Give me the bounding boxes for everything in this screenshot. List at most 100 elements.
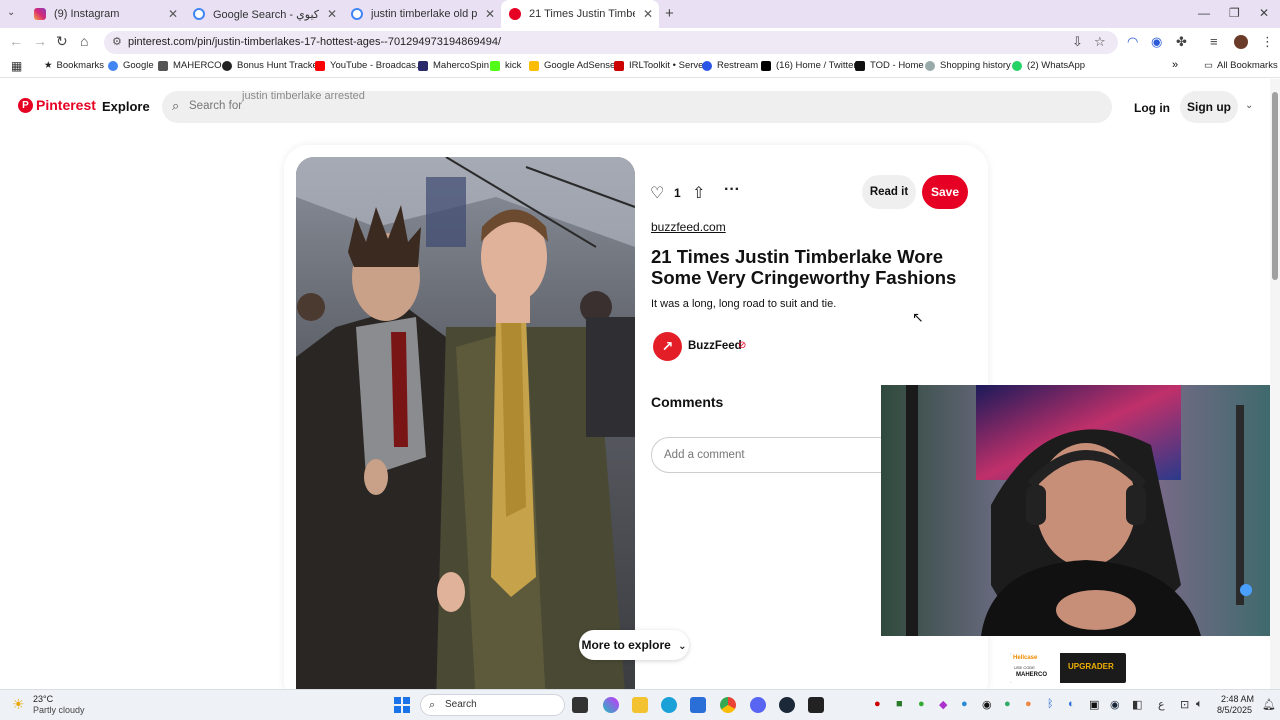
tray-app-icon[interactable]: ◧ [1132,698,1142,711]
bookmark-item[interactable]: ★ Bookmarks [44,60,104,71]
task-view-icon[interactable] [572,697,588,713]
bookmark-item[interactable]: Shopping history [925,60,1011,71]
promo-use-code: USE CODE [1014,665,1035,670]
bookmark-item[interactable]: Restream [702,60,758,71]
site-info-icon[interactable]: ⚙ [112,31,122,54]
adsense-icon [529,60,539,71]
reload-icon[interactable]: ↻ [56,33,68,50]
read-it-button[interactable]: Read it [862,175,916,209]
explore-link[interactable]: Explore [102,99,150,114]
tray-app-icon[interactable]: ● [1025,698,1032,710]
save-button[interactable]: Save [922,175,968,209]
bookmark-item[interactable]: MahercoSpin [418,60,489,71]
steam-icon[interactable] [779,697,795,713]
extension-audio-icon[interactable]: ◉ [1151,34,1162,50]
login-button[interactable]: Log in [1126,94,1178,122]
search-input[interactable]: ⌕ Search for justin timberlake arrested [162,90,1112,123]
weather-icon[interactable]: ☀ [12,696,25,713]
scrollbar-thumb[interactable] [1272,92,1278,280]
bookmark-item[interactable]: Google AdSense [529,60,615,71]
window-close-icon[interactable]: ✕ [1259,6,1269,20]
tray-app-icon[interactable]: ● [961,698,968,710]
pin-title: 21 Times Justin Timberlake Wore Some Ver… [651,246,957,288]
volume-icon[interactable]: 🔈︎ [1196,698,1203,711]
home-icon[interactable]: ⌂ [80,33,88,49]
bookmark-item[interactable]: (2) WhatsApp [1012,60,1085,71]
bookmark-item[interactable]: YouTube - Broadcas... [315,60,424,71]
clock-time[interactable]: 2:48 AM [1221,694,1254,704]
heart-icon[interactable]: ♡ [650,183,664,203]
install-app-icon[interactable]: ⇩ [1072,34,1083,50]
media-control-icon[interactable]: ≡ [1210,34,1218,49]
back-icon[interactable]: ← [9,33,23,49]
bookmark-item[interactable]: (16) Home / Twitter [761,60,857,71]
tab-google-search[interactable]: Google Search - كيوي ✕ [185,2,343,26]
epic-games-icon[interactable] [808,697,824,713]
pinterest-logo[interactable]: P Pinterest [18,97,96,113]
close-icon[interactable]: ✕ [327,7,337,21]
restore-icon[interactable]: ❐ [1229,6,1240,20]
bookmark-item[interactable]: Bonus Hunt Tracker [222,60,321,71]
chevron-right-icon[interactable]: » [1172,59,1178,71]
tray-record-icon[interactable]: ● [874,698,881,710]
ellipsis-icon[interactable]: ··· [724,181,740,199]
all-bookmarks[interactable]: ▭ All Bookmarks [1204,60,1278,71]
close-icon[interactable]: ✕ [168,7,178,21]
tray-app-icon[interactable]: ■ [896,698,903,710]
pin-photo[interactable] [296,157,635,705]
extensions-icon[interactable]: ✤ [1176,34,1187,50]
tab-timberlake-photos[interactable]: justin timberlake old photos - G ✕ [343,2,501,26]
source-link[interactable]: buzzfeed.com [651,220,726,234]
close-icon[interactable]: ✕ [643,7,653,21]
bookmark-item[interactable]: MAHERCO [158,60,222,71]
bookmark-item[interactable]: kick [490,60,521,71]
tray-app-icon[interactable]: ◉ [982,698,992,711]
close-icon[interactable]: ✕ [485,7,495,21]
chevron-down-icon[interactable]: ⌄ [1245,100,1253,111]
creator-name[interactable]: BuzzFeed [688,340,742,352]
tray-app-icon[interactable]: ◐ [1068,698,1075,710]
tab-instagram[interactable]: (9) Instagram ✕ [26,2,184,26]
bookmark-item[interactable]: TOD - Home [855,60,924,71]
more-to-explore-button[interactable]: More to explore ⌄ [579,630,689,660]
promo-banner[interactable]: Hellcase USE CODE MAHERCO UPGRADER [1010,653,1126,683]
store-icon[interactable] [690,697,706,713]
apps-grid-icon[interactable]: ▦ [11,59,22,73]
edge-icon[interactable] [661,697,677,713]
address-bar[interactable]: ⚙ pinterest.com/pin/justin-timberlakes-1… [104,31,1118,54]
share-icon[interactable]: ⇧ [692,183,705,203]
chrome-icon[interactable] [720,697,736,713]
windows-start-icon[interactable] [394,697,410,713]
minimize-icon[interactable]: — [1198,6,1210,20]
notification-icon[interactable]: 🔔︎ [1262,698,1276,711]
tab-search-dropdown[interactable]: ⌄ [7,7,15,18]
bookmark-item[interactable]: IRLToolkit • Server [614,60,707,71]
copilot-icon[interactable] [603,697,619,713]
creator-avatar[interactable]: ↗ [653,332,682,361]
bookmark-star-icon[interactable]: ☆ [1094,34,1106,50]
chevron-down-icon: ⌄ [678,641,687,652]
tray-app-icon[interactable]: ▣ [1089,698,1099,711]
bluetooth-icon[interactable]: ᛒ [1047,698,1054,710]
forward-icon[interactable]: → [33,33,47,49]
file-explorer-icon[interactable] [632,697,648,713]
tray-app-icon[interactable]: ● [918,698,925,710]
language-indicator[interactable]: ع [1158,698,1165,711]
menu-icon[interactable]: ⋮ [1261,34,1274,50]
new-tab-button[interactable]: + [665,5,674,22]
google-icon [193,8,205,20]
discord-icon[interactable] [750,697,766,713]
taskbar-search-input[interactable]: ⌕ Search [420,694,565,716]
tray-app-icon[interactable]: ◆ [939,698,947,711]
profile-avatar[interactable] [1234,35,1248,49]
tray-app-icon[interactable]: ● [1004,698,1011,710]
extension-arc-icon[interactable]: ◠ [1127,34,1138,50]
clock-date[interactable]: 8/5/2025 [1217,705,1252,715]
network-icon[interactable]: ⊡ [1180,698,1189,711]
bookmark-item[interactable]: Google [108,60,154,71]
tab-pinterest-pin[interactable]: 21 Times Justin Timberlake Wo ✕ [501,0,659,28]
promo-brand: Hellcase [1013,655,1038,661]
signup-button[interactable]: Sign up [1180,91,1238,123]
steam-tray-icon[interactable]: ◉ [1110,698,1120,711]
search-suggestion: justin timberlake arrested [242,90,365,102]
